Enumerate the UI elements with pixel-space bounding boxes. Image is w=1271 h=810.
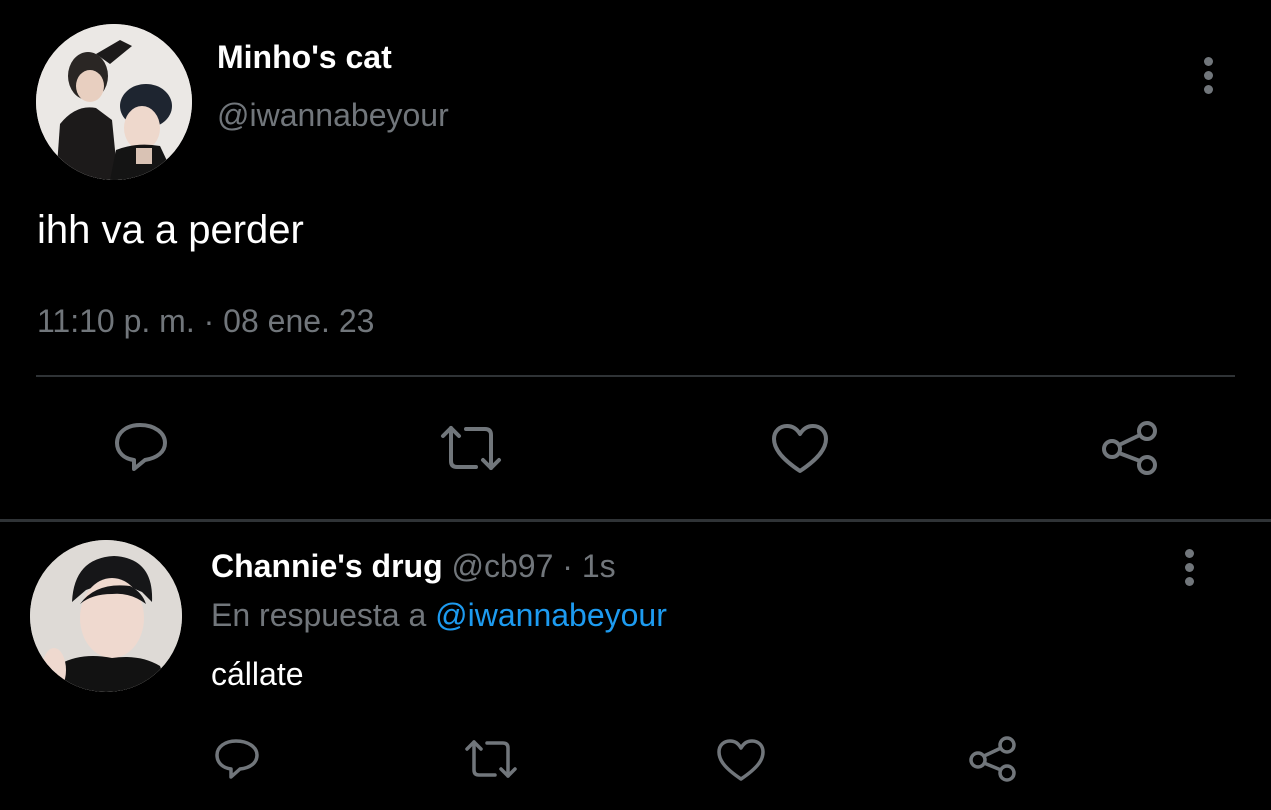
more-options-icon[interactable]	[1183, 549, 1195, 591]
avatar[interactable]	[30, 540, 182, 692]
tweet-text: ihh va a perder	[37, 208, 304, 252]
reply-time[interactable]: 1s	[582, 548, 616, 584]
avatar-photo	[30, 540, 182, 692]
more-options-icon[interactable]	[1202, 57, 1214, 99]
retweet-icon[interactable]	[438, 423, 504, 473]
retweet-icon[interactable]	[463, 738, 519, 780]
avatar[interactable]	[36, 24, 192, 180]
share-icon[interactable]	[1100, 420, 1160, 476]
tweet-timestamp[interactable]: 11:10 p. m. · 08 ene. 23	[37, 303, 374, 340]
reply-to-handle-link[interactable]: @iwannabeyour	[435, 597, 667, 633]
reply-text: cállate	[211, 656, 304, 692]
reply-to-line: En respuesta a @iwannabeyour	[211, 597, 667, 634]
author-handle[interactable]: @cb97	[452, 548, 554, 584]
author-handle[interactable]: @iwannabeyour	[217, 97, 449, 134]
reply-icon[interactable]	[213, 737, 261, 781]
reply-header: Channie's drug @cb97 · 1s	[211, 548, 616, 585]
main-tweet: Minho's cat @iwannabeyour ihh va a perde…	[0, 0, 1271, 520]
like-icon[interactable]	[716, 738, 766, 782]
separator: ·	[562, 548, 573, 584]
avatar-photo	[36, 24, 192, 180]
reply-to-prefix: En respuesta a	[211, 597, 427, 633]
share-icon[interactable]	[967, 735, 1019, 783]
divider	[36, 375, 1235, 377]
author-name[interactable]: Channie's drug	[211, 548, 443, 584]
divider	[0, 519, 1271, 522]
reply-icon[interactable]	[113, 421, 169, 473]
author-name[interactable]: Minho's cat	[217, 39, 392, 76]
like-icon[interactable]	[771, 423, 829, 475]
